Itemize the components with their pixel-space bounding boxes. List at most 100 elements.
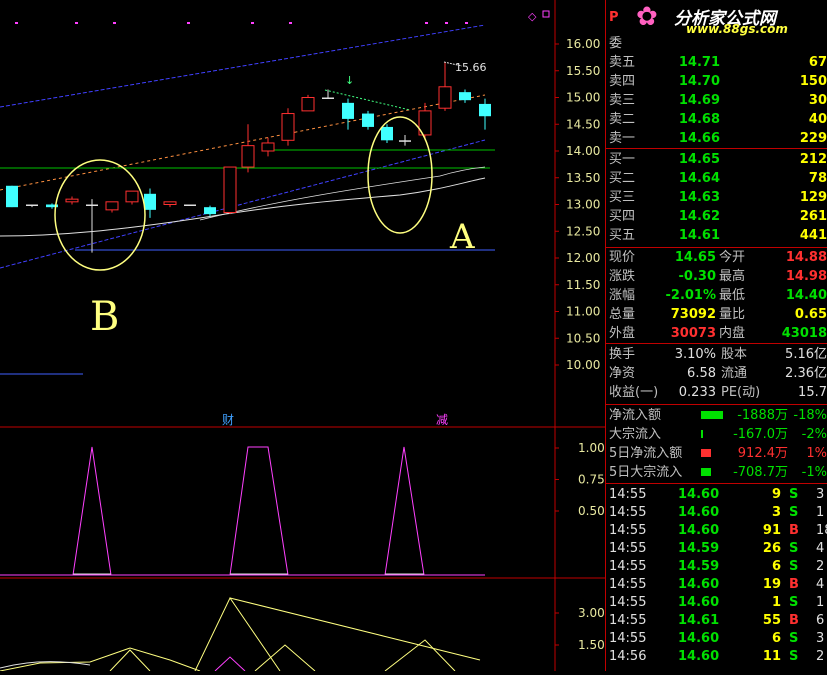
bid-label: 买三 <box>609 190 636 205</box>
tick-side: S <box>789 649 799 664</box>
tick-row[interactable]: 14:55 14.60 9 S 3 <box>606 485 827 503</box>
candle-body <box>438 86 452 109</box>
tick-volume: 6 <box>771 559 781 574</box>
bid-row: 买三 14.63 129 <box>606 188 827 207</box>
quote-row: 涨跌 -0.30 最高 14.98 <box>606 267 827 286</box>
flow-row: 净流入额 -1888万 -18% <box>606 406 827 425</box>
down-arrow-icon: ↓ <box>345 74 354 87</box>
tick-price: 14.60 <box>678 523 720 538</box>
bid-price: 14.62 <box>678 209 720 224</box>
candle-body <box>223 166 237 214</box>
fund-label-2: 股本 <box>721 347 748 362</box>
bid-row: 买四 14.62 261 <box>606 207 827 226</box>
candle-body <box>362 113 374 127</box>
main-y-tick-label: 10.00 <box>566 358 600 372</box>
ask-row: 卖一 14.66 229 <box>606 129 827 148</box>
quote-row: 涨幅 -2.01% 最低 14.40 <box>606 286 827 305</box>
quote-row: 总量 73092 量比 0.65 <box>606 305 827 324</box>
flow-value: 912.4万 <box>737 446 788 461</box>
bid-price: 14.65 <box>678 152 720 167</box>
candle-body <box>281 113 295 141</box>
flow-label: 净流入额 <box>609 408 662 423</box>
candle-body <box>86 204 98 206</box>
marker-cai: 财 <box>222 413 234 427</box>
tick-time: 14:55 <box>609 487 647 502</box>
tick-count: 4 <box>816 541 825 556</box>
tick-row[interactable]: 14:55 14.59 6 S 2 <box>606 557 827 575</box>
quote-label-2: 内盘 <box>719 326 746 341</box>
tick-row[interactable]: 14:55 14.60 6 S 3 <box>606 629 827 647</box>
tick-side: B <box>789 613 799 628</box>
ind2-y-tick-label: 3.00 <box>578 606 605 620</box>
fund-label: 收益(一) <box>609 385 659 400</box>
tick-volume: 6 <box>771 631 781 646</box>
quote-label: 涨跌 <box>609 269 636 284</box>
bid-price: 14.63 <box>678 190 720 205</box>
tick-volume: 91 <box>762 523 781 538</box>
trend-dotted <box>324 89 411 111</box>
main-y-tick-label: 16.00 <box>566 37 600 51</box>
flow-row: 大宗流入 -167.0万 -2% <box>606 425 827 444</box>
candle-body <box>479 103 491 117</box>
main-y-tick-label: 14.00 <box>566 144 600 158</box>
flow-pct: -18% <box>793 408 827 423</box>
candle-body <box>6 185 18 208</box>
tick-count: 3 <box>816 487 825 502</box>
ask-volume: 40 <box>808 112 827 127</box>
ind2-y-tick-label: 1.50 <box>578 638 605 652</box>
tick-count: 18 <box>816 523 827 538</box>
tick-row[interactable]: 14:55 14.60 91 B 18 <box>606 521 827 539</box>
tick-row[interactable]: 14:55 14.60 1 S 1 <box>606 593 827 611</box>
order-book-title: 委 <box>609 36 623 51</box>
quote-label-2: 量比 <box>719 307 746 322</box>
tick-row[interactable]: 14:55 14.60 3 S 1 <box>606 503 827 521</box>
separator-fund <box>606 404 827 405</box>
tick-price: 14.61 <box>678 613 720 628</box>
fund-label-2: PE(动) <box>721 385 761 400</box>
tick-price: 14.59 <box>678 541 720 556</box>
tick-row[interactable]: 14:56 14.60 11 S 2 <box>606 647 827 665</box>
main-y-axis: 16.00 15.50 15.00 14.50 14.00 13.50 13.00 12.50… <box>555 37 600 372</box>
tick-side: B <box>789 523 799 538</box>
upper-channel <box>0 24 486 108</box>
quote-value-2: 14.98 <box>785 269 827 284</box>
flow-pct: -1% <box>801 465 827 480</box>
tick-row[interactable]: 14:55 14.59 26 S 4 <box>606 539 827 557</box>
kline-svg[interactable]: 16.00 15.50 15.00 14.50 14.00 13.50 13.00 12.50… <box>0 0 605 672</box>
chart-area[interactable]: 16.00 15.50 15.00 14.50 14.00 13.50 13.00 12.50… <box>0 0 605 672</box>
indicator2-y-axis: 3.00 1.50 <box>555 606 605 652</box>
ask-label: 卖一 <box>609 131 636 146</box>
ask-volume: 150 <box>799 74 827 89</box>
quote-label: 总量 <box>609 307 636 322</box>
flow-pct: 1% <box>806 446 827 461</box>
tick-time: 14:55 <box>609 541 647 556</box>
separator-flows <box>606 483 827 484</box>
tick-price: 14.60 <box>678 595 720 610</box>
candle-body <box>301 97 315 112</box>
separator-asks <box>606 148 827 149</box>
tick-row[interactable]: 14:55 14.60 19 B 4 <box>606 575 827 593</box>
tick-time: 14:55 <box>609 613 647 628</box>
marker-jian: 减 <box>436 413 448 427</box>
flow-value: -1888万 <box>737 408 788 423</box>
ask-price: 14.66 <box>678 131 720 146</box>
fund-value-2: 2.36亿 <box>785 366 827 381</box>
tick-count: 1 <box>816 595 825 610</box>
bid-price: 14.64 <box>678 171 720 186</box>
fund-value: 3.10% <box>674 347 716 362</box>
tick-volume: 26 <box>762 541 781 556</box>
tick-volume: 55 <box>762 613 781 628</box>
quote-row: 外盘 30073 内盘 43018 <box>606 324 827 343</box>
bid-row: 买二 14.64 78 <box>606 169 827 188</box>
quote-value-2: 0.65 <box>794 307 827 322</box>
diamond-icon: ◇ <box>528 10 537 23</box>
tick-row[interactable]: 14:55 14.61 55 B 6 <box>606 611 827 629</box>
fund-value: 0.233 <box>678 385 716 400</box>
bid-row: 买五 14.61 441 <box>606 226 827 245</box>
circle-b <box>54 159 146 271</box>
bid-volume: 78 <box>808 171 827 186</box>
fund-value-2: 5.16亿 <box>785 347 827 362</box>
circle-a <box>367 116 433 234</box>
annotation-b: B <box>90 294 119 340</box>
ask-price: 14.71 <box>678 55 720 70</box>
